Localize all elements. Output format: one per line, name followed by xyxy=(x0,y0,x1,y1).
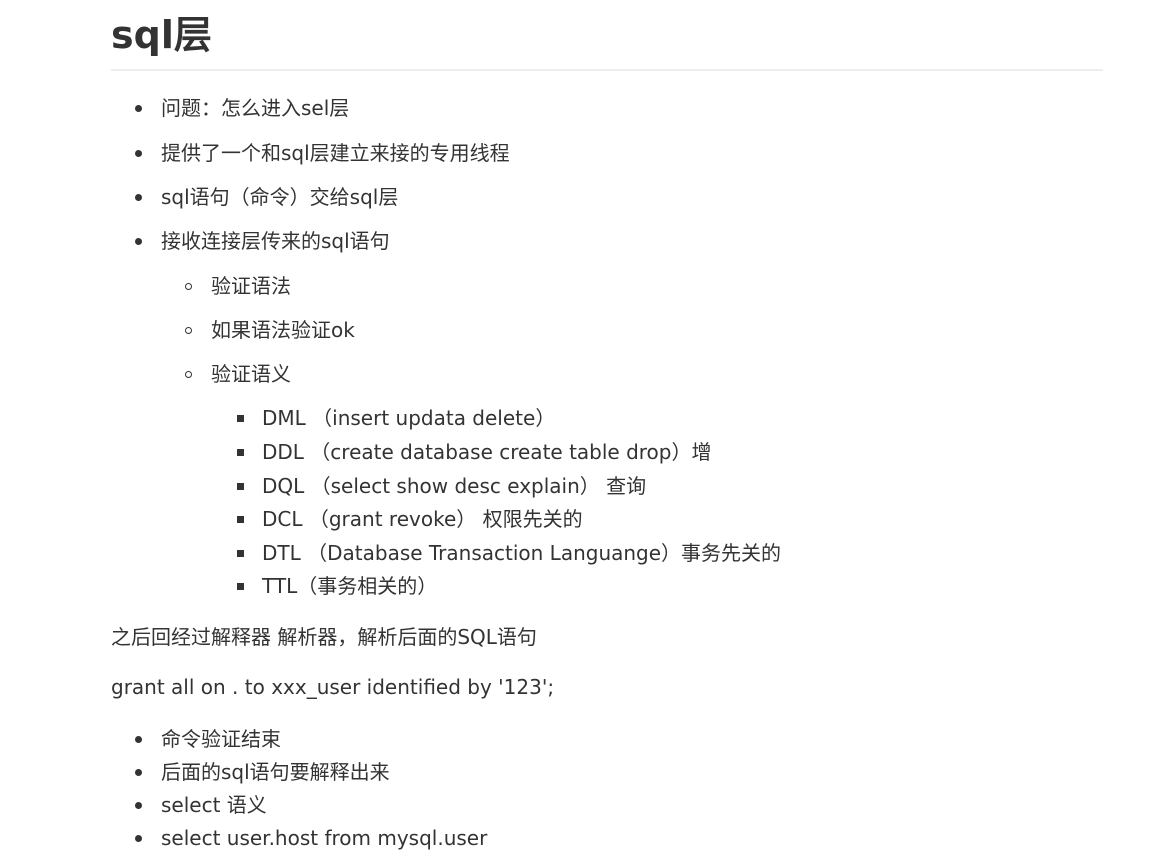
paragraph: grant all on . to xxx_user identified by… xyxy=(111,675,555,699)
bullet-icon xyxy=(135,238,142,245)
list-item: 如果语法验证ok xyxy=(211,318,355,342)
list-item: 验证语法 xyxy=(211,274,291,298)
list-item: 后面的sql语句要解释出来 xyxy=(161,760,390,784)
list-item: select 语义 xyxy=(161,793,267,817)
list-item: DQL （select show desc explain） 查询 xyxy=(262,474,647,498)
square-bullet-icon xyxy=(237,483,244,490)
list-item: 提供了一个和sql层建立来接的专用线程 xyxy=(161,141,510,165)
list-item: 接收连接层传来的sql语句 xyxy=(161,229,390,253)
list-item: DCL （grant revoke） 权限先关的 xyxy=(262,507,583,531)
bullet-icon xyxy=(135,835,142,842)
list-item: 验证语义 xyxy=(211,362,291,386)
bullet-icon xyxy=(135,769,142,776)
square-bullet-icon xyxy=(237,550,244,557)
bullet-icon xyxy=(135,194,142,201)
square-bullet-icon xyxy=(237,583,244,590)
list-item: select user.host from mysql.user xyxy=(161,826,488,850)
bullet-icon xyxy=(135,150,142,157)
circle-bullet-icon xyxy=(185,327,192,334)
paragraph: 之后回经过解释器 解析器，解析后面的SQL语句 xyxy=(111,625,537,649)
circle-bullet-icon xyxy=(185,371,192,378)
list-item: DML （insert updata delete） xyxy=(262,406,556,430)
square-bullet-icon xyxy=(237,516,244,523)
bullet-icon xyxy=(135,736,142,743)
square-bullet-icon xyxy=(237,449,244,456)
list-item: sql语句（命令）交给sql层 xyxy=(161,185,399,209)
list-item: TTL（事务相关的） xyxy=(262,574,438,598)
bullet-icon xyxy=(135,105,142,112)
list-item: DDL （create database create table drop）增 xyxy=(262,440,712,464)
square-bullet-icon xyxy=(237,415,244,422)
list-item: DTL （Database Transaction Languange）事务先关… xyxy=(262,541,782,565)
bullet-icon xyxy=(135,802,142,809)
page-title: sql层 xyxy=(111,13,212,57)
circle-bullet-icon xyxy=(185,283,192,290)
divider xyxy=(111,69,1103,71)
list-item: 命令验证结束 xyxy=(161,727,281,751)
list-item: 问题：怎么进入sel层 xyxy=(161,96,350,120)
